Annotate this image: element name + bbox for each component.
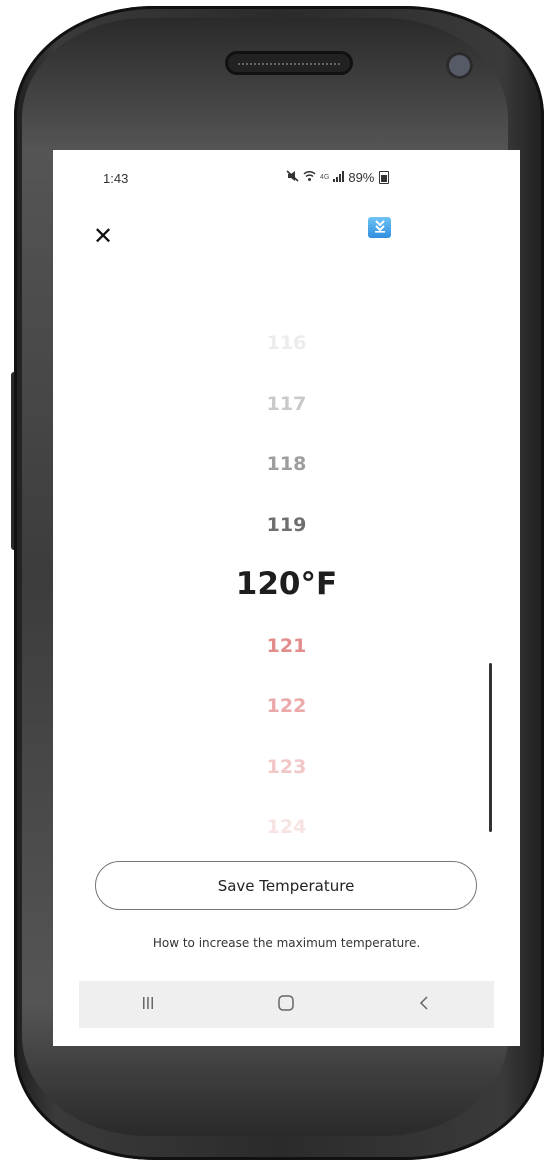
status-time: 1:43 xyxy=(103,171,129,186)
temperature-selected-value[interactable]: 120°F xyxy=(53,566,520,602)
max-temperature-help-link[interactable]: How to increase the maximum temperature. xyxy=(53,936,520,950)
network-type-label: 4G xyxy=(320,174,330,181)
app-screen: 1:43 4G 89% ✕ 116 117 118 119 120°F 121 … xyxy=(53,150,520,1046)
signal-icon xyxy=(333,170,345,185)
save-temperature-button[interactable]: Save Temperature xyxy=(95,861,477,910)
double-chevron-down-icon xyxy=(373,218,387,237)
scrollbar-thumb[interactable] xyxy=(489,663,492,832)
nav-recent-apps-button[interactable] xyxy=(118,981,178,1028)
status-icons: 4G 89% xyxy=(286,170,390,185)
mute-icon xyxy=(286,170,299,185)
collapse-button[interactable] xyxy=(368,217,391,238)
temperature-option[interactable]: 119 xyxy=(53,514,520,536)
temperature-option[interactable]: 123 xyxy=(53,756,520,778)
back-icon xyxy=(417,995,433,1015)
temperature-option[interactable]: 117 xyxy=(53,393,520,415)
battery-icon xyxy=(379,171,390,184)
front-camera xyxy=(446,52,473,79)
close-button[interactable]: ✕ xyxy=(90,223,116,249)
wifi-icon xyxy=(303,170,316,185)
status-bar: 1:43 4G 89% xyxy=(53,150,520,208)
temperature-option[interactable]: 124 xyxy=(53,816,520,838)
nav-home-button[interactable] xyxy=(256,981,316,1028)
battery-percent: 89% xyxy=(348,170,375,185)
temperature-option[interactable]: 122 xyxy=(53,695,520,717)
nav-back-button[interactable] xyxy=(395,981,455,1028)
speaker-grille xyxy=(225,51,353,75)
phone-frame: 1:43 4G 89% ✕ 116 117 118 119 120°F 121 … xyxy=(0,0,551,1167)
close-icon: ✕ xyxy=(92,222,114,250)
recent-apps-icon xyxy=(140,995,156,1015)
temperature-option[interactable]: 121 xyxy=(53,635,520,657)
temperature-option[interactable]: 116 xyxy=(53,332,520,354)
temperature-option[interactable]: 118 xyxy=(53,453,520,475)
system-nav-bar xyxy=(79,981,494,1028)
home-icon xyxy=(277,994,295,1016)
temperature-picker[interactable]: 116 117 118 119 120°F 121 122 123 124 xyxy=(53,320,520,840)
